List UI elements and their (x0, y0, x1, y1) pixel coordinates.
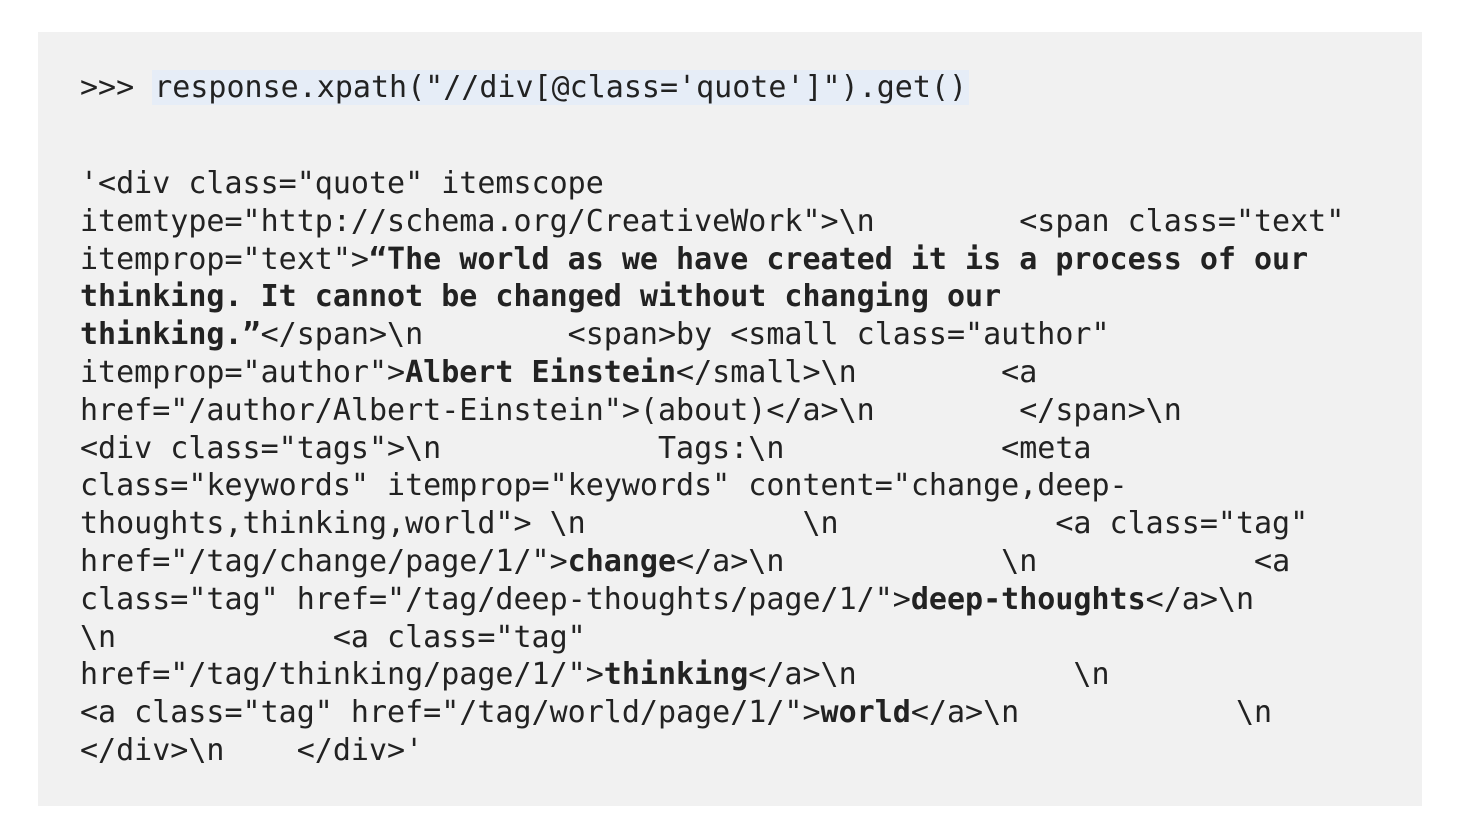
output-line: thinking.”</span>\n <span>by <small clas… (80, 316, 1344, 354)
output-text: </small>\n <a (676, 354, 1038, 390)
output-text: </div>\n </div>' (80, 732, 424, 768)
output-text: itemprop="text"> (80, 241, 369, 277)
output-text: </a>\n \n (748, 657, 1110, 693)
output-text: class="keywords" itemprop="keywords" con… (80, 468, 1128, 504)
output-text: itemtype="http://schema.org/CreativeWork… (80, 203, 1345, 239)
code-block: >>> response.xpath("//div[@class='quote'… (38, 32, 1422, 806)
output-line: thoughts,thinking,world"> \n \n <a class… (80, 505, 1344, 543)
output-bold-text: world (820, 695, 911, 731)
output-bold-text: Albert Einstein (405, 354, 677, 390)
output-text: href="/tag/thinking/page/1/"> (80, 657, 604, 693)
output-line: class="keywords" itemprop="keywords" con… (80, 467, 1344, 505)
output-text: </a>\n \n (910, 695, 1273, 731)
output-line: href="/tag/change/page/1/">change</a>\n … (80, 543, 1344, 581)
output-line: <div class="tags">\n Tags:\n <meta (80, 430, 1344, 468)
console-command[interactable]: response.xpath("//div[@class='quote']").… (152, 70, 970, 105)
console-output: '<div class="quote" itemscope itemtype="h… (80, 165, 1344, 770)
output-line: \n <a class="tag" (80, 619, 1344, 657)
output-text: class="tag" href="/tag/deep-thoughts/pag… (80, 581, 911, 617)
output-line: thinking. It cannot be changed without c… (80, 278, 1344, 316)
console-prompt: >>> (80, 70, 153, 105)
output-text: \n <a class="tag" (80, 619, 586, 655)
output-text: </span>\n <span>by <small class="author" (260, 317, 1110, 353)
output-text: <a class="tag" href="/tag/world/page/1/"… (80, 695, 821, 731)
output-line: <a class="tag" href="/tag/world/page/1/"… (80, 694, 1344, 732)
output-bold-text: change (567, 543, 677, 579)
output-text: thoughts,thinking,world"> \n \n <a class… (80, 506, 1309, 542)
output-bold-text: deep-thoughts (910, 581, 1146, 617)
output-text: </a>\n (1145, 581, 1255, 617)
output-bold-text: thinking. It cannot be changed without c… (80, 279, 1002, 315)
output-line: class="tag" href="/tag/deep-thoughts/pag… (80, 581, 1344, 619)
output-line: href="/author/Albert-Einstein">(about)</… (80, 392, 1344, 430)
output-line: itemprop="text">“The world as we have cr… (80, 241, 1344, 279)
output-text: href="/tag/change/page/1/"> (80, 543, 568, 579)
output-text: href="/author/Albert-Einstein">(about)</… (80, 392, 1182, 428)
output-bold-text: thinking.” (80, 317, 261, 353)
output-text: </a>\n \n <a (676, 543, 1291, 579)
output-line: itemtype="http://schema.org/CreativeWork… (80, 203, 1344, 241)
output-line: </div>\n </div>' (80, 732, 1344, 770)
output-text: <div class="tags">\n Tags:\n <meta (80, 430, 1092, 466)
output-text: '<div class="quote" itemscope (80, 166, 604, 201)
output-text: itemprop="author"> (80, 354, 406, 390)
output-line: '<div class="quote" itemscope (80, 165, 1344, 203)
output-bold-text: “The world as we have created it is a pr… (368, 241, 1309, 277)
output-bold-text: thinking (603, 657, 749, 693)
console-input-line: >>> response.xpath("//div[@class='quote'… (80, 68, 970, 108)
output-line: itemprop="author">Albert Einstein</small… (80, 354, 1344, 392)
output-line: href="/tag/thinking/page/1/">thinking</a… (80, 656, 1344, 694)
